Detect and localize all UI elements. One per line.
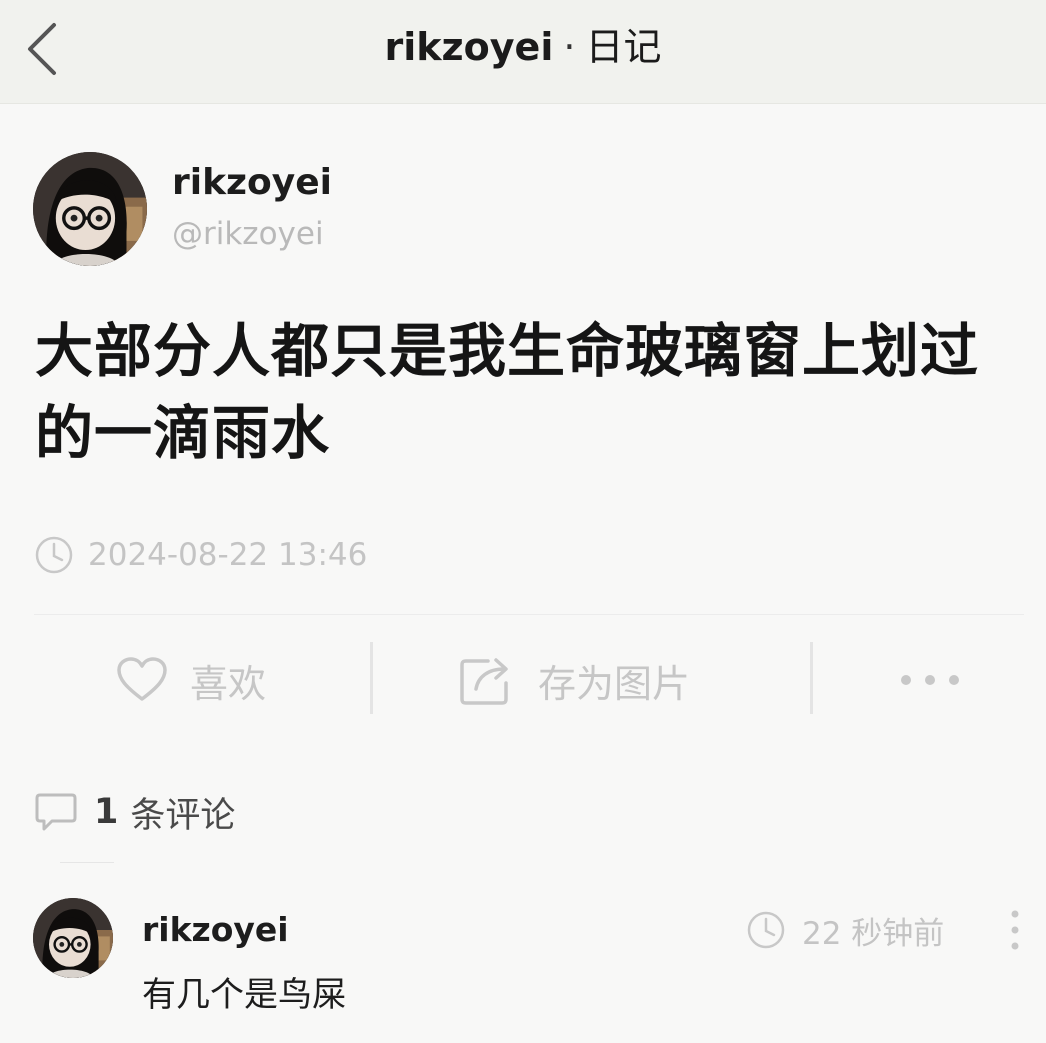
author-handle: @rikzoyei: [172, 216, 324, 252]
heart-icon: [117, 657, 167, 701]
clock-icon: [35, 536, 73, 574]
comments-count: 1: [94, 792, 119, 832]
save-image-label: 存为图片: [538, 661, 691, 706]
page-title: rikzoyei · 日记: [0, 22, 1046, 72]
action-separator: [810, 642, 813, 714]
comment-avatar[interactable]: [33, 898, 113, 978]
more-options-button[interactable]: [898, 640, 962, 720]
divider: [34, 614, 1024, 615]
comment-time-text: 22 秒钟前: [802, 915, 945, 952]
comments-divider: [60, 862, 114, 863]
like-button[interactable]: 喜欢: [116, 640, 266, 720]
comment-time: 22 秒钟前: [746, 908, 944, 952]
save-as-image-button[interactable]: 存为图片: [458, 640, 690, 720]
header-section: 日记: [585, 25, 662, 69]
comments-header: 1 条评论: [34, 788, 235, 836]
post-timestamp: 2024-08-22 13:46: [34, 534, 367, 576]
clock-icon: [747, 911, 785, 949]
action-bar: 喜欢 存为图片: [0, 640, 1046, 720]
timestamp-text: 2024-08-22 13:46: [88, 537, 368, 573]
avatar-image: [33, 152, 147, 266]
like-label: 喜欢: [190, 661, 267, 706]
author-name[interactable]: rikzoyei: [172, 160, 332, 206]
share-box-icon: [460, 658, 508, 705]
avatar-image: [33, 898, 113, 978]
action-separator: [370, 642, 373, 714]
comment-author[interactable]: rikzoyei: [142, 908, 289, 952]
top-navigation-bar: rikzoyei · 日记: [0, 0, 1046, 104]
author-avatar[interactable]: [33, 152, 147, 266]
comment-more-button[interactable]: [1000, 906, 1030, 954]
comment-text: 有几个是鸟屎: [142, 975, 346, 1015]
vertical-ellipsis-icon: [1011, 910, 1019, 950]
ellipsis-icon: [901, 675, 959, 685]
post-text: 大部分人都只是我生命玻璃窗上划过的一滴雨水: [35, 317, 980, 467]
comments-label: 条评论: [130, 795, 236, 836]
header-username: rikzoyei: [384, 25, 554, 69]
header-separator: ·: [563, 25, 576, 69]
speech-bubble-icon: [35, 793, 77, 831]
